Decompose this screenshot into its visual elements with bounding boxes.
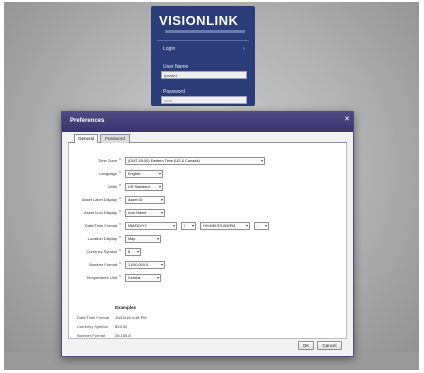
login-panel: VISIONLINK Login › User Name rpentz1 Pas…	[151, 6, 255, 106]
asset-label-row: Asset Label Display * Asset ID ▾	[69, 196, 348, 204]
temperature-unit-label: Temperature Unit	[86, 275, 117, 280]
example-number-label: Number Format	[77, 333, 106, 338]
username-label: User Name	[163, 64, 189, 70]
required-marker: *	[119, 171, 121, 177]
asset-icon-row: Asset Icon Display * Icon Name ▾	[69, 209, 348, 217]
asset-label-display-label: Asset Label Display	[81, 197, 117, 202]
location-display-label: Location Display	[87, 236, 117, 241]
location-select[interactable]: Map ▾	[125, 235, 161, 243]
asset-icon-select[interactable]: Icon Name ▾	[125, 209, 165, 217]
location-row: Location Display * Map ▾	[69, 235, 348, 243]
language-select[interactable]: English ▾	[125, 170, 163, 178]
dialog-title-bar[interactable]: Preferences ✕	[62, 112, 353, 132]
password-input[interactable]: ••••••	[161, 96, 247, 104]
location-value: Map	[128, 237, 136, 241]
cancel-button[interactable]: Cancel	[317, 341, 342, 350]
tab-password[interactable]: Password	[100, 134, 130, 143]
chevron-down-icon: ▾	[160, 262, 163, 267]
currency-symbol-label: Currency Symbol	[86, 249, 117, 254]
chevron-down-icon: ▾	[156, 275, 159, 280]
date-separator-select[interactable]: / ▾	[181, 222, 196, 230]
example-datetime-label: Date/Time Format	[77, 315, 110, 320]
password-label: Password	[163, 89, 185, 95]
datetime-label: Date/Time Format	[84, 223, 117, 228]
required-marker: *	[119, 275, 121, 281]
date-format-select[interactable]: MM/DD/YY ▾	[125, 222, 177, 230]
chevron-down-icon: ▾	[245, 223, 248, 228]
asset-label-value: Asset ID	[128, 198, 143, 202]
general-tab-content: Time Zone * (GMT-05:00) Eastern Time (US…	[68, 143, 347, 339]
currency-select[interactable]: $ ▾	[125, 248, 141, 256]
visionlink-logo: VISIONLINK	[159, 13, 239, 28]
username-input[interactable]: rpentz1	[161, 71, 247, 79]
tab-general[interactable]: General	[74, 134, 98, 143]
number-format-row: Number Format * 1,000,000.0 ▾	[69, 261, 348, 269]
timezone-row: Time Zone * (GMT-05:00) Eastern Time (US…	[69, 157, 348, 165]
logo-tagline	[165, 30, 245, 33]
chevron-down-icon: ▾	[172, 223, 175, 228]
datetime-row: Date/Time Format * MM/DD/YY ▾ / ▾ HH:MM:…	[69, 222, 348, 230]
asset-icon-display-label: Asset Icon Display	[84, 210, 117, 215]
chevron-down-icon: ▾	[191, 223, 194, 228]
example-number-value: 26,155.8	[115, 333, 131, 338]
required-marker: *	[119, 158, 121, 164]
number-format-select[interactable]: 1,000,000.0 ▾	[125, 261, 165, 269]
temperature-row: Temperature Unit * Celsius ▾	[69, 274, 348, 282]
language-label: Language	[99, 171, 117, 176]
preferences-dialog: Preferences ✕ General Password Time Zone…	[61, 111, 354, 357]
example-currency-value: $15.00	[115, 324, 128, 329]
currency-value: $	[128, 250, 131, 254]
close-icon[interactable]: ✕	[342, 115, 352, 125]
login-heading: Login	[163, 46, 176, 52]
required-marker: *	[119, 223, 121, 229]
currency-row: Currency Symbol * $ ▾	[69, 248, 348, 256]
chevron-right-icon[interactable]: ›	[243, 46, 245, 52]
number-format-value: 1,000,000.0	[128, 263, 149, 267]
language-row: Language * English ▾	[69, 170, 348, 178]
login-divider	[157, 40, 249, 41]
chevron-down-icon: ▾	[158, 184, 161, 189]
required-marker: *	[119, 197, 121, 203]
dialog-title: Preferences	[70, 118, 105, 124]
timezone-value: (GMT-05:00) Eastern Time (US & Canada)	[128, 159, 200, 163]
date-format-value: MM/DD/YY	[128, 224, 147, 228]
example-datetime-value: 10/10/16 4:48 PM	[115, 315, 147, 320]
chevron-down-icon: ▾	[158, 171, 161, 176]
chevron-down-icon: ▾	[264, 223, 267, 228]
required-marker: *	[119, 262, 121, 268]
units-label: Units	[107, 184, 117, 189]
number-format-label: Number Format	[88, 262, 117, 267]
timezone-select[interactable]: (GMT-05:00) Eastern Time (US & Canada) ▾	[125, 157, 265, 165]
language-value: English	[128, 172, 141, 176]
chevron-down-icon: ▾	[160, 210, 163, 215]
asset-icon-value: Icon Name	[128, 211, 147, 215]
required-marker: *	[119, 236, 121, 242]
date-separator-value: /	[184, 224, 186, 228]
chevron-down-icon: ▾	[160, 197, 163, 202]
tab-strip: General Password	[68, 134, 347, 143]
time-separator-select[interactable]: : ▾	[254, 222, 269, 230]
examples-heading: Examples	[115, 305, 137, 310]
required-marker: *	[119, 210, 121, 216]
time-separator-value: :	[257, 224, 259, 228]
chevron-down-icon: ▾	[260, 158, 263, 163]
units-row: Units * US Standard ▾	[69, 183, 348, 191]
example-currency-label: Currency Symbol	[77, 324, 108, 329]
temperature-select[interactable]: Celsius ▾	[125, 274, 161, 282]
timezone-label: Time Zone	[98, 158, 117, 163]
time-format-value: HH:MM:SS AM/PM	[203, 224, 236, 228]
units-value: US Standard	[128, 185, 150, 189]
units-select[interactable]: US Standard ▾	[125, 183, 163, 191]
required-marker: *	[119, 184, 121, 190]
ok-button[interactable]: OK	[298, 341, 314, 350]
time-format-select[interactable]: HH:MM:SS AM/PM ▾	[200, 222, 250, 230]
asset-label-select[interactable]: Asset ID ▾	[125, 196, 165, 204]
temperature-value: Celsius	[128, 276, 141, 280]
chevron-down-icon: ▾	[156, 236, 159, 241]
required-marker: *	[119, 249, 121, 255]
chevron-down-icon: ▾	[136, 249, 139, 254]
